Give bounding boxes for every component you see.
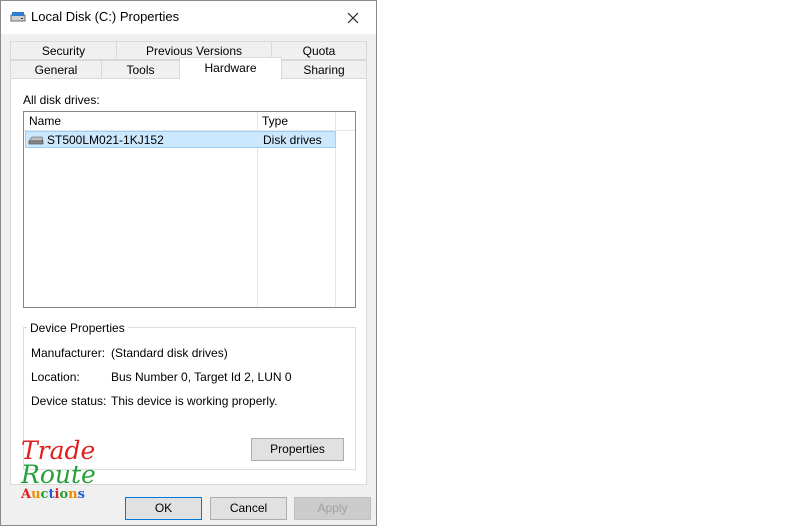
properties-button[interactable]: Properties: [251, 438, 344, 461]
drive-icon: [10, 12, 26, 22]
tab-tools[interactable]: Tools: [101, 60, 180, 79]
list-header: Name Type: [24, 112, 355, 131]
logo-line-route: Route: [21, 460, 96, 489]
manufacturer-value: (Standard disk drives): [111, 346, 228, 360]
close-icon: [347, 12, 359, 23]
location-label: Location:: [31, 370, 80, 384]
trade-route-auctions-logo: Trade Route Auctions: [21, 436, 96, 502]
manufacturer-label: Manufacturer:: [31, 346, 106, 360]
window-title: Local Disk (C:) Properties: [31, 9, 180, 24]
drive-type: Disk drives: [263, 133, 322, 147]
tab-hardware[interactable]: Hardware: [179, 57, 282, 79]
column-header-type[interactable]: Type: [262, 114, 288, 128]
ok-button[interactable]: OK: [125, 497, 202, 520]
tab-general[interactable]: General: [10, 60, 102, 79]
device-status-label: Device status:: [31, 394, 107, 408]
disk-drives-list[interactable]: Name Type ST500LM021-1KJ152 Disk drives: [23, 111, 356, 308]
close-button[interactable]: [330, 1, 376, 34]
apply-button[interactable]: Apply: [294, 497, 371, 520]
drive-name: ST500LM021-1KJ152: [47, 133, 164, 147]
column-header-name[interactable]: Name: [29, 114, 61, 128]
logo-line-trade: Trade: [21, 436, 96, 465]
tab-sharing[interactable]: Sharing: [281, 60, 367, 79]
location-value: Bus Number 0, Target Id 2, LUN 0: [111, 370, 292, 384]
properties-window: Local Disk (C:) Properties Security Prev…: [0, 0, 377, 526]
logo-line-auctions: Auctions: [21, 487, 85, 502]
device-status-value: This device is working properly.: [111, 394, 278, 408]
disk-drive-icon: [28, 136, 44, 145]
title-bar: Local Disk (C:) Properties: [1, 1, 376, 34]
tab-quota[interactable]: Quota: [271, 41, 367, 60]
device-properties-title: Device Properties: [27, 321, 128, 335]
cancel-button[interactable]: Cancel: [210, 497, 287, 520]
list-item[interactable]: ST500LM021-1KJ152 Disk drives: [25, 131, 336, 148]
all-disk-drives-label: All disk drives:: [23, 93, 100, 107]
tab-security[interactable]: Security: [10, 41, 117, 60]
